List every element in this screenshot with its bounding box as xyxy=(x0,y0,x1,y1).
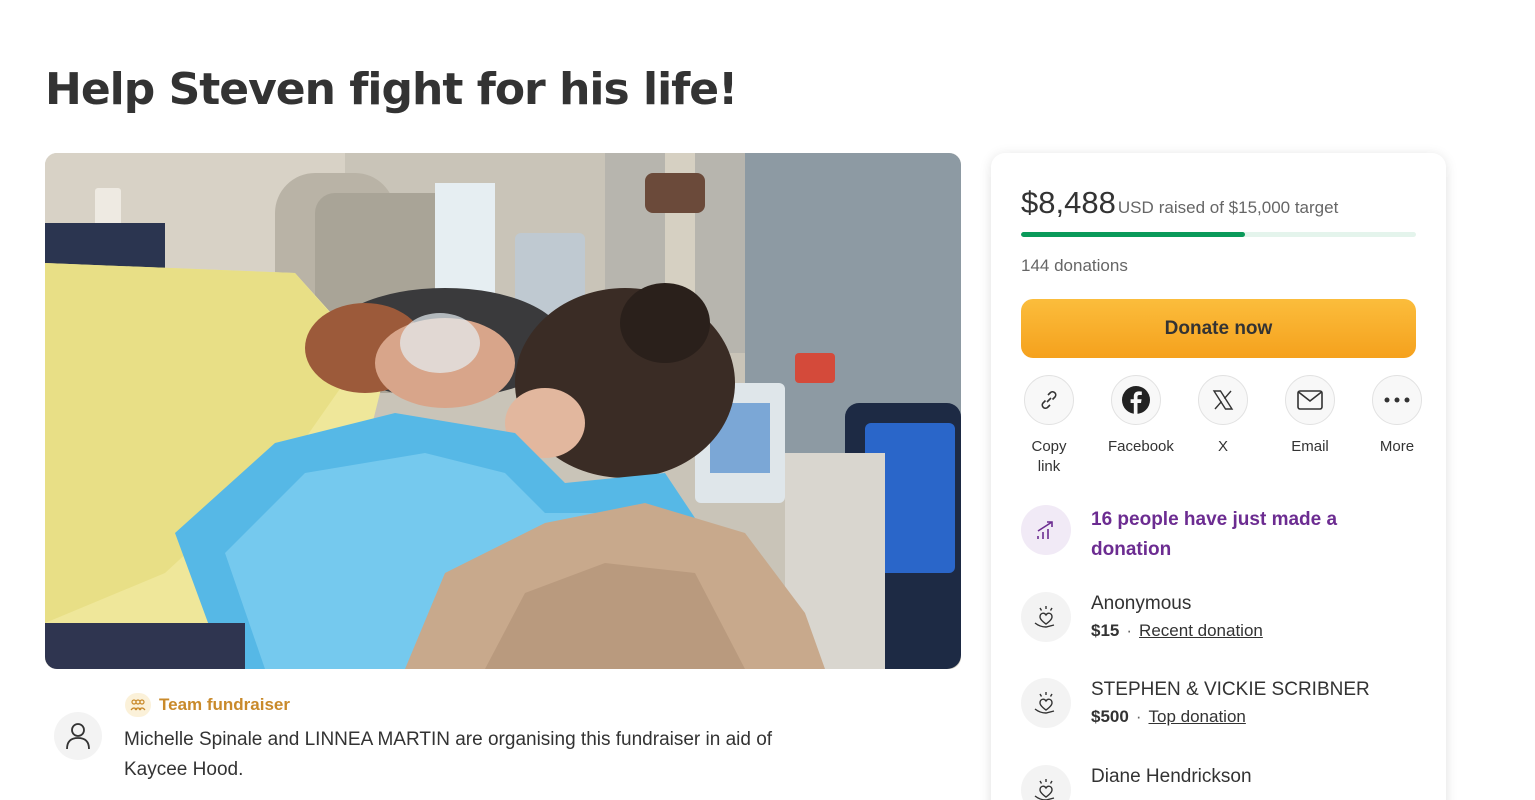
facebook-icon xyxy=(1111,375,1161,425)
hero-photo-illustration xyxy=(45,153,961,669)
share-facebook-label: Facebook xyxy=(1108,438,1174,455)
link-icon xyxy=(1024,375,1074,425)
share-facebook-button[interactable]: Facebook xyxy=(1100,375,1174,477)
donor-item: Anonymous $15 · Recent donation xyxy=(1021,592,1263,642)
donor-name: STEPHEN & VICKIE SCRIBNER xyxy=(1091,679,1370,700)
share-email-label: Email xyxy=(1291,438,1329,455)
share-x-label: X xyxy=(1217,438,1228,455)
donor-tag-link[interactable]: Recent donation xyxy=(1139,621,1263,640)
donate-now-button[interactable]: Donate now xyxy=(1021,299,1416,358)
team-icon xyxy=(125,693,151,717)
user-icon xyxy=(66,723,90,750)
team-fundraiser-label: Team fundraiser xyxy=(159,695,291,714)
email-icon xyxy=(1285,375,1335,425)
recent-activity: 16 people have just made a donation xyxy=(1021,505,1371,565)
donor-name: Diane Hendrickson xyxy=(1091,766,1252,787)
target-text: raised of $15,000 target xyxy=(1158,198,1339,217)
organiser-avatar[interactable] xyxy=(54,712,102,760)
donation-sidebar: $8,488 USD raised of $15,000 target 144 … xyxy=(991,153,1446,800)
donor-amount: $500 xyxy=(1091,707,1129,726)
trending-up-icon xyxy=(1021,505,1071,555)
donation-heart-icon xyxy=(1021,765,1071,800)
share-more-button[interactable]: More xyxy=(1361,375,1433,477)
donor-amount: $15 xyxy=(1091,621,1120,640)
donor-item: Diane Hendrickson xyxy=(1021,765,1252,800)
progress-bar-fill xyxy=(1021,232,1245,237)
raised-currency: USD xyxy=(1117,198,1154,217)
donor-item: STEPHEN & VICKIE SCRIBNER $500 · Top donat… xyxy=(1021,678,1370,728)
more-icon xyxy=(1372,375,1422,425)
organiser-description: Michelle Spinale and LINNEA MARTIN are o… xyxy=(124,729,773,780)
donor-tag-link[interactable]: Top donation xyxy=(1149,707,1246,726)
separator-dot: · xyxy=(1126,621,1133,640)
share-copy-link-label: Copy link xyxy=(1031,438,1067,475)
team-fundraiser-row: Team fundraiser xyxy=(125,693,290,717)
donation-heart-icon xyxy=(1021,592,1071,642)
donation-heart-icon xyxy=(1021,678,1071,728)
share-copy-link-button[interactable]: Copy link xyxy=(1013,375,1085,477)
donor-name: Anonymous xyxy=(1091,593,1192,614)
raised-summary: $8,488 USD raised of $15,000 target xyxy=(1021,185,1338,221)
progress-bar xyxy=(1021,232,1416,237)
recent-activity-text: 16 people have just made a donation xyxy=(1091,509,1338,560)
page-title: Help Steven fight for his life! xyxy=(45,64,738,115)
x-logo-icon xyxy=(1198,375,1248,425)
raised-amount: $8,488 xyxy=(1021,185,1116,220)
share-actions: Copy link Facebook X Email More xyxy=(1013,375,1433,477)
share-more-label: More xyxy=(1379,438,1415,455)
donation-count: 144 donations xyxy=(1021,256,1128,275)
separator-dot: · xyxy=(1135,707,1142,726)
hero-photo[interactable] xyxy=(45,153,961,669)
share-email-button[interactable]: Email xyxy=(1274,375,1346,477)
share-x-button[interactable]: X xyxy=(1187,375,1259,477)
